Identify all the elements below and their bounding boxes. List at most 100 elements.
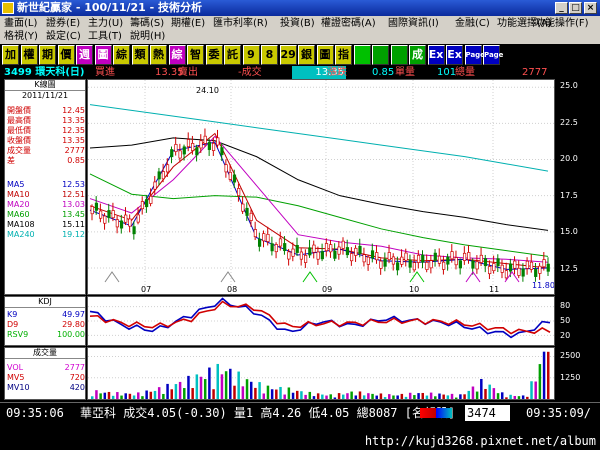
menu-item[interactable]: 投資(B) xyxy=(280,17,315,30)
toolbar-button[interactable]: 9 xyxy=(242,45,260,65)
x-tick-label: 10 xyxy=(409,285,419,294)
menu-item[interactable]: 設定(C) xyxy=(46,30,81,43)
candle xyxy=(517,267,521,276)
toolbar-button[interactable]: Ex xyxy=(446,45,463,65)
minimize-button[interactable]: _ xyxy=(555,2,568,14)
volume-bar xyxy=(333,397,337,399)
candle xyxy=(379,260,383,269)
toolbar-button[interactable]: 類 xyxy=(131,45,149,65)
kd-chart[interactable] xyxy=(87,296,555,346)
candle xyxy=(450,251,454,260)
candle xyxy=(329,244,333,253)
toolbar-button[interactable]: 成 xyxy=(409,45,426,65)
toolbar-button[interactable]: 29 xyxy=(279,45,297,65)
low-annotation: 11.80 xyxy=(532,281,554,290)
toolbar-button[interactable] xyxy=(353,45,371,65)
menu-item[interactable]: 功能操作(F) xyxy=(535,17,589,30)
menu-item[interactable]: 金融(C) xyxy=(455,17,490,30)
volume-bar xyxy=(103,392,107,399)
axis-tick-label: 1250 xyxy=(560,372,581,382)
info-value: 13.35 xyxy=(62,136,85,145)
candle xyxy=(111,210,115,219)
info-row: 差 0.85 xyxy=(7,156,85,166)
info-row: MA10 12.51 xyxy=(7,190,85,200)
maximize-button[interactable]: □ xyxy=(569,2,582,14)
toolbar-button[interactable]: 圖 xyxy=(94,45,112,65)
toolbar-button[interactable]: 期 xyxy=(39,45,56,65)
toolbar-button[interactable]: 綜 xyxy=(113,45,130,65)
volume-bar xyxy=(224,371,228,399)
ma-line-ma5 xyxy=(89,141,549,270)
toolbar-button[interactable]: 指 xyxy=(335,45,352,65)
candle xyxy=(124,214,128,223)
candle xyxy=(442,261,446,270)
volume-bar xyxy=(208,367,211,399)
menu-item[interactable]: 權證密碼(A) xyxy=(321,17,376,30)
info-row: MA5 12.53 xyxy=(7,180,85,190)
menu-item[interactable]: 畫面(L) xyxy=(4,17,37,30)
menu-item[interactable]: 國際資訊(I) xyxy=(388,17,439,30)
toolbar-button[interactable]: 智 xyxy=(187,45,204,65)
info-value: 0.85 xyxy=(67,156,85,165)
menu-item[interactable]: 匯市利率(R) xyxy=(213,17,268,30)
volume-bar xyxy=(367,393,370,399)
info-row: MV10 420 xyxy=(7,383,85,393)
menu-item[interactable]: 格視(Y) xyxy=(4,30,38,43)
toolbar-button[interactable]: Ex xyxy=(427,45,445,65)
volume-chart[interactable] xyxy=(87,347,555,400)
toolbar-button[interactable]: Page xyxy=(464,45,485,65)
toolbar-button[interactable]: 委 xyxy=(205,45,223,65)
menu-item[interactable]: 籌碼(S) xyxy=(130,17,164,30)
info-label: 開盤價 xyxy=(7,106,31,115)
volume-bar xyxy=(153,390,157,399)
info-value: 15.11 xyxy=(62,220,85,229)
candlestick-chart[interactable]: 07 08 09 10 11 24.10 11.80 xyxy=(87,79,555,295)
menu-item[interactable]: 說明(H) xyxy=(130,30,165,43)
toolbar-button[interactable]: 綜 xyxy=(168,45,186,65)
volume-bar xyxy=(530,381,533,399)
volume-axis: 2500 1250 xyxy=(556,347,600,400)
menu-item[interactable]: 主力(U) xyxy=(88,17,123,30)
menu-item[interactable]: 期權(E) xyxy=(171,17,205,30)
toolbar-button[interactable]: Page xyxy=(483,45,503,65)
menu-item[interactable]: 證券(E) xyxy=(46,17,80,30)
candle xyxy=(283,243,287,252)
ask-label: 賣出 xyxy=(178,67,198,78)
toolbar-button[interactable]: 託 xyxy=(224,45,241,65)
volume-bar xyxy=(400,393,404,399)
info-value: 19.12 xyxy=(62,230,85,239)
volume-bar xyxy=(358,391,362,399)
toolbar-button[interactable]: 加 xyxy=(2,45,19,65)
toolbar-button[interactable]: 權 xyxy=(20,45,38,65)
candle xyxy=(178,150,182,159)
volume-bar xyxy=(526,396,529,399)
info-label: MA10 xyxy=(7,190,30,199)
candle xyxy=(203,135,207,144)
volume-bar xyxy=(111,395,115,399)
menu-item[interactable]: 工具(T) xyxy=(88,30,122,43)
volume-bar xyxy=(199,376,203,399)
volume-bar xyxy=(187,375,190,399)
toolbar-button[interactable]: 8 xyxy=(261,45,278,65)
toolbar-button[interactable]: 銀 xyxy=(298,45,315,65)
info-value: 29.80 xyxy=(62,320,85,329)
toolbar-button[interactable]: 週 xyxy=(76,45,93,65)
info-value: 420 xyxy=(69,383,85,392)
toolbar-button[interactable]: 熱 xyxy=(150,45,167,65)
candle xyxy=(333,250,337,259)
volume-bar xyxy=(107,391,111,399)
toolbar-button[interactable]: 圖 xyxy=(316,45,334,65)
info-value: 49.97 xyxy=(62,310,85,319)
close-button[interactable]: × xyxy=(584,2,597,14)
stock-code-input[interactable]: 3474 xyxy=(465,405,510,421)
candle xyxy=(500,264,504,273)
volume-bar xyxy=(216,363,220,399)
candle xyxy=(350,253,354,262)
info-value: 720 xyxy=(69,373,85,382)
candle xyxy=(291,248,295,257)
toolbar-button[interactable]: 價 xyxy=(57,45,75,65)
toolbar-button[interactable] xyxy=(390,45,408,65)
toolbar-button[interactable] xyxy=(372,45,389,65)
app-icon[interactable] xyxy=(2,2,14,14)
candle xyxy=(337,246,341,255)
